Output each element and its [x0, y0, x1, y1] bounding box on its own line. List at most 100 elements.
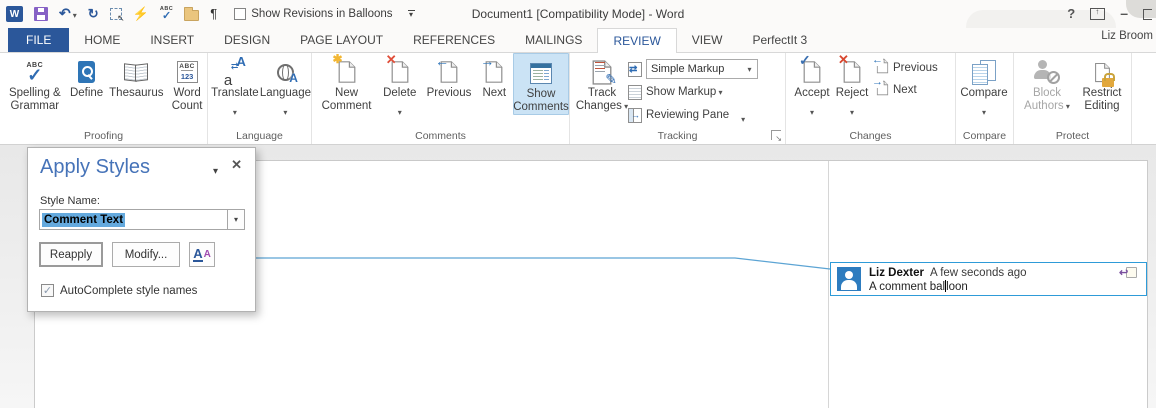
tracking-dialog-launcher-icon[interactable]	[771, 130, 782, 143]
show-revisions-label: Show Revisions in Balloons	[251, 8, 393, 20]
combobox-dropdown-arrow-icon[interactable]	[227, 210, 244, 229]
thesaurus-icon	[123, 57, 149, 87]
tab-review[interactable]: REVIEW	[597, 28, 677, 53]
spellcheck-icon[interactable]	[160, 7, 173, 22]
undo-button[interactable]	[59, 5, 77, 23]
block-authors-button: Block Authors	[1018, 53, 1076, 113]
accept-button[interactable]: Accept	[792, 53, 832, 110]
comment-author: Liz Dexter	[869, 267, 924, 279]
show-markup-button[interactable]: Show Markup	[628, 82, 758, 102]
show-comments-button[interactable]: Show Comments	[513, 53, 569, 115]
delete-comment-button[interactable]: Delete	[377, 53, 422, 110]
next-comment-icon	[484, 57, 504, 87]
apply-styles-dialog[interactable]: Apply Styles Style Name: Comment Text Re…	[27, 147, 256, 312]
save-icon[interactable]	[34, 7, 48, 21]
word-count-icon: ABC 123	[176, 57, 198, 87]
group-label-changes: Changes	[849, 130, 892, 142]
restrict-editing-button[interactable]: Restrict Editing	[1076, 53, 1128, 113]
accept-icon	[802, 57, 822, 87]
undo-dropdown-arrow-icon[interactable]	[73, 5, 77, 23]
qat-customize-arrow-icon[interactable]	[407, 10, 415, 18]
group-changes: Accept Reject Previous Next Changes	[786, 53, 956, 144]
group-proofing: ABC Spelling & Grammar Define Thesaurus …	[0, 53, 208, 144]
combobox-dropdown-arrow-icon[interactable]	[742, 60, 757, 78]
display-for-review-row: Simple Markup	[628, 59, 758, 79]
define-button[interactable]: Define	[68, 53, 106, 100]
new-comment-icon	[337, 57, 357, 87]
tab-references[interactable]: REFERENCES	[398, 28, 510, 52]
language-icon	[276, 57, 298, 87]
show-markup-icon	[628, 84, 642, 100]
group-comments: New Comment Delete Previous Next Show Co…	[312, 53, 570, 144]
dropdown-arrow-icon	[398, 102, 402, 110]
word-logo-icon	[6, 6, 23, 22]
open-folder-icon[interactable]	[184, 6, 200, 21]
style-name-value[interactable]: Comment Text	[40, 212, 227, 227]
show-revisions-checkbox[interactable]	[234, 8, 247, 20]
translate-button[interactable]: Translate	[210, 53, 260, 110]
comment-balloon[interactable]: Liz Dexter A few seconds ago A comment ba…	[830, 262, 1147, 296]
minimize-icon[interactable]	[1120, 5, 1128, 23]
reject-button[interactable]: Reject	[832, 53, 872, 110]
dialog-dropdown-arrow-icon[interactable]	[213, 161, 218, 179]
pilcrow-icon[interactable]	[210, 5, 217, 23]
comment-content: Liz Dexter A few seconds ago A comment ba…	[869, 266, 1027, 294]
group-language: Translate Language Language	[208, 53, 312, 144]
reply-comment-icon[interactable]	[1119, 266, 1137, 280]
display-for-review-combobox[interactable]: Simple Markup	[646, 59, 758, 79]
select-objects-icon[interactable]	[109, 8, 125, 24]
avatar	[837, 267, 861, 291]
quick-action-icon[interactable]	[133, 5, 149, 23]
comment-timestamp: A few seconds ago	[929, 267, 1027, 279]
user-name[interactable]: Liz Broom	[1101, 30, 1153, 42]
title-bar: Document1 [Compatibility Mode] - Word Sh…	[0, 0, 1156, 44]
reject-icon	[842, 57, 862, 87]
tab-home[interactable]: HOME	[69, 28, 135, 52]
maximize-icon[interactable]	[1143, 8, 1152, 20]
tab-perfectit[interactable]: PerfectIt 3	[737, 28, 822, 52]
close-icon[interactable]	[231, 156, 242, 174]
tab-design[interactable]: DESIGN	[209, 28, 285, 52]
tab-view[interactable]: VIEW	[677, 28, 738, 52]
style-name-combobox[interactable]: Comment Text	[39, 209, 245, 230]
help-icon[interactable]	[1067, 5, 1075, 23]
dialog-title: Apply Styles	[40, 156, 151, 178]
next-change-button[interactable]: Next	[872, 76, 938, 98]
tab-insert[interactable]: INSERT	[135, 28, 209, 52]
dropdown-arrow-icon	[850, 102, 854, 110]
reviewing-pane-button[interactable]: Reviewing Pane	[628, 105, 758, 125]
styles-aa-icon	[193, 247, 203, 262]
next-comment-button[interactable]: Next	[476, 53, 513, 100]
autocomplete-checkbox[interactable]	[41, 284, 54, 297]
previous-comment-button[interactable]: Previous	[422, 53, 475, 100]
show-comments-icon	[530, 58, 552, 88]
ribbon-display-options-icon[interactable]	[1090, 7, 1106, 20]
tab-mailings[interactable]: MAILINGS	[510, 28, 597, 52]
undo-icon[interactable]	[59, 5, 71, 23]
comment-text[interactable]: A comment balloon	[869, 280, 1027, 294]
reapply-button[interactable]: Reapply	[39, 242, 103, 267]
group-label-language: Language	[236, 130, 283, 142]
spelling-grammar-button[interactable]: ABC Spelling & Grammar	[2, 53, 68, 113]
track-changes-icon	[591, 57, 613, 87]
tab-page-layout[interactable]: PAGE LAYOUT	[285, 28, 398, 52]
track-changes-button[interactable]: Track Changes	[576, 53, 628, 113]
reviewing-pane-icon	[628, 107, 642, 123]
compare-button[interactable]: Compare	[956, 53, 1012, 110]
group-label-proofing: Proofing	[83, 130, 124, 142]
window-controls	[1067, 0, 1152, 28]
styles-aa-button[interactable]	[189, 242, 215, 267]
autocomplete-toggle[interactable]: AutoComplete style names	[41, 284, 197, 297]
thesaurus-button[interactable]: Thesaurus	[105, 53, 167, 100]
new-comment-button[interactable]: New Comment	[316, 53, 377, 113]
word-count-button[interactable]: ABC 123 Word Count	[167, 53, 207, 113]
comment-anchor-line	[255, 257, 831, 270]
group-protect: Block Authors Restrict Editing Protect	[1014, 53, 1132, 144]
style-name-label: Style Name:	[40, 195, 100, 207]
modify-button[interactable]: Modify...	[112, 242, 180, 267]
redo-icon[interactable]	[88, 5, 99, 23]
tab-file[interactable]: FILE	[8, 28, 70, 52]
language-button[interactable]: Language	[260, 53, 311, 110]
show-revisions-in-balloons-toggle[interactable]: Show Revisions in Balloons	[234, 8, 393, 20]
previous-change-button[interactable]: Previous	[872, 54, 938, 76]
